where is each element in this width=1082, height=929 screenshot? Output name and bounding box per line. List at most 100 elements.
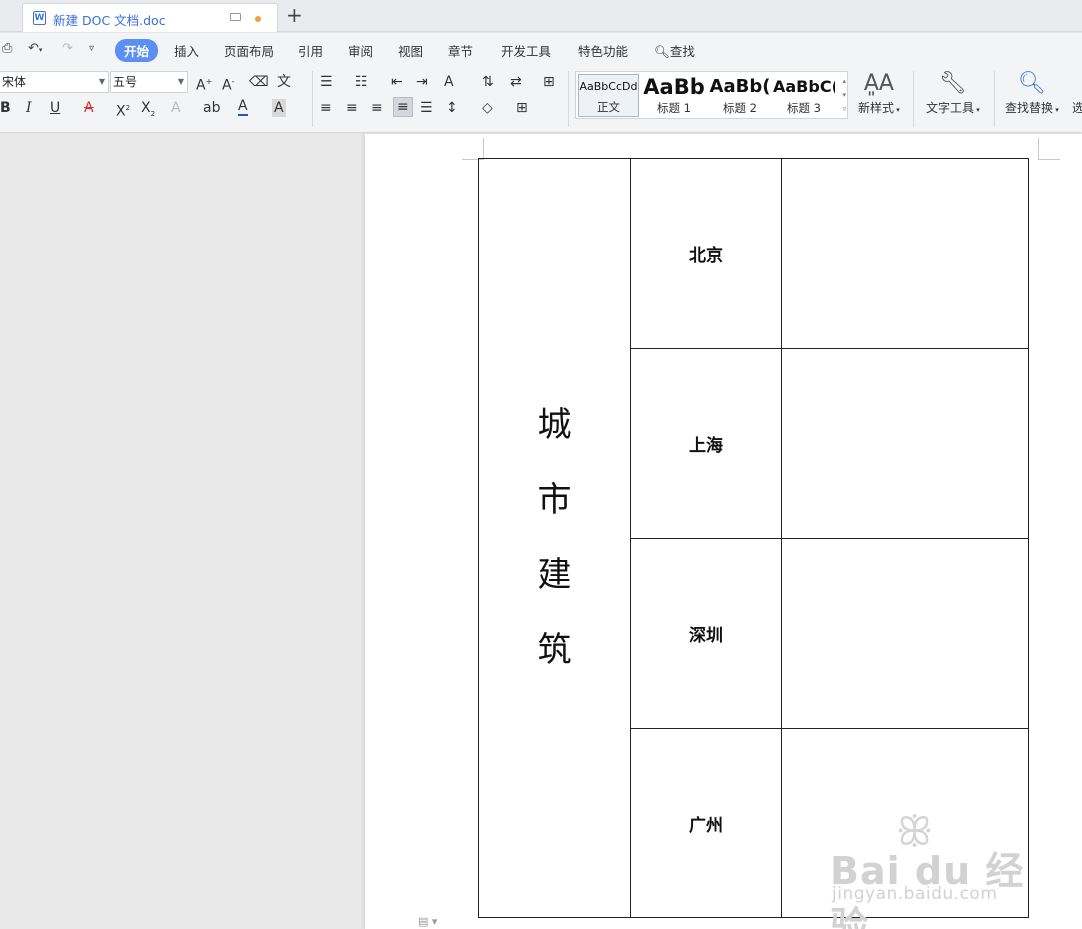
print-preview-icon[interactable]: ⎙ — [2, 41, 12, 56]
style-normal[interactable]: AaBbCcDd 正文 — [578, 74, 639, 117]
margin-corner-mark — [1038, 138, 1060, 160]
distribute-icon[interactable]: ☰ — [420, 99, 433, 117]
city-name: 上海 — [689, 436, 723, 456]
style-heading-1[interactable]: AaBb 标题 1 — [642, 74, 706, 117]
city-name: 北京 — [689, 246, 723, 266]
numbered-list-icon[interactable]: ☷ — [355, 73, 368, 91]
tab-bar: W 新建 DOC 文档.doc + — [0, 0, 1082, 32]
undo-icon[interactable]: ↶▾ — [28, 41, 42, 56]
find-replace-label: 查找替换 — [1005, 101, 1054, 115]
text-direction-icon[interactable]: A — [444, 73, 454, 91]
show-hide-marks-icon[interactable]: ⇄ — [510, 73, 522, 91]
magnifier-icon: 🔍︎ — [1017, 71, 1046, 96]
bold-icon[interactable]: B — [0, 99, 11, 117]
city-cell[interactable]: 广州 — [630, 728, 782, 918]
document-tab[interactable]: W 新建 DOC 文档.doc — [22, 3, 278, 32]
highlight-icon[interactable]: ab — [203, 99, 220, 117]
style-preview: AaBbC( — [773, 77, 835, 96]
grow-font-icon[interactable]: A+ — [196, 73, 212, 95]
page-options-icon[interactable]: ▤ ▾ — [418, 915, 437, 928]
content-cell[interactable] — [781, 158, 1029, 349]
subscript-icon[interactable]: X2 — [141, 99, 155, 123]
align-right-icon[interactable]: ≡ — [371, 99, 383, 117]
style-scroll-icon[interactable]: ▴ ▾ ▿ — [842, 74, 846, 116]
margin-corner-mark — [462, 138, 484, 160]
menu-review[interactable]: 审阅 — [348, 41, 373, 60]
italic-icon[interactable]: I — [26, 99, 32, 117]
strikethrough-icon[interactable]: A — [84, 99, 94, 117]
menu-section[interactable]: 章节 — [448, 41, 473, 60]
char-shading-icon[interactable]: A — [272, 99, 286, 117]
menu-row: ⎙ ↶▾ ↷ ▿ 开始 插入 页面布局 引用 审阅 视图 章节 开发工具 特色功… — [0, 33, 1082, 65]
wrench-icon: 🔧︎ — [938, 71, 967, 96]
chevron-down-icon: ▼ — [98, 77, 105, 86]
align-center-icon[interactable]: ≡ — [346, 99, 358, 117]
menu-view[interactable]: 视图 — [398, 41, 423, 60]
select-icon — [1072, 69, 1082, 99]
new-tab-button[interactable]: + — [286, 4, 303, 26]
city-cell[interactable]: 北京 — [630, 158, 782, 349]
vertical-title-char: 市 — [537, 480, 572, 520]
style-heading-2[interactable]: AaBb( 标题 2 — [708, 74, 772, 117]
increase-indent-icon[interactable]: ⇥ — [416, 73, 428, 91]
unsaved-dot-icon — [255, 16, 261, 22]
font-size-select[interactable]: 五号 ▼ — [110, 71, 188, 93]
sort-icon[interactable]: ⇅ — [482, 73, 494, 91]
menu-search[interactable]: 🔍︎查找 — [654, 41, 695, 60]
style-label: 标题 3 — [787, 101, 821, 115]
content-cell[interactable] — [781, 538, 1029, 729]
select-label: 选 — [1072, 101, 1082, 115]
align-left-icon[interactable]: ≡ — [320, 99, 332, 117]
font-color-icon[interactable]: A — [238, 99, 248, 116]
borders-icon[interactable]: ⊞ — [516, 99, 528, 117]
content-cell[interactable] — [781, 348, 1029, 539]
text-effect-icon[interactable]: A — [171, 99, 181, 117]
style-heading-3[interactable]: AaBbC( 标题 3 — [773, 74, 835, 117]
select-button[interactable]: 选 — [1072, 69, 1082, 116]
decrease-indent-icon[interactable]: ⇤ — [391, 73, 403, 91]
phonetic-guide-icon[interactable]: 文 — [277, 73, 291, 91]
style-preview: AaBb( — [709, 76, 771, 97]
underline-icon[interactable]: U — [50, 99, 60, 117]
style-gallery: AaBbCcDd 正文 AaBb 标题 1 AaBb( 标题 2 AaBbC( … — [575, 71, 848, 119]
style-label: 标题 1 — [657, 101, 691, 115]
menu-special-features[interactable]: 特色功能 — [578, 41, 628, 60]
watermark-site: jingyan.baidu.com — [832, 884, 998, 904]
menu-search-label: 查找 — [669, 44, 695, 59]
menu-home[interactable]: 开始 — [115, 39, 159, 62]
redo-icon[interactable]: ↷ — [62, 41, 73, 56]
ribbon-separator — [994, 71, 995, 127]
font-size-value: 五号 — [113, 75, 138, 89]
line-spacing-icon[interactable]: ↕ — [446, 99, 458, 117]
city-name: 深圳 — [689, 626, 723, 646]
shrink-font-icon[interactable]: A- — [222, 73, 234, 95]
city-cell[interactable]: 上海 — [630, 348, 782, 539]
text-tools-button[interactable]: 🔧︎ 文字工具 ▾ — [926, 69, 980, 116]
vertical-title-char: 建 — [537, 555, 572, 595]
justify-icon[interactable]: ≡ — [393, 97, 413, 117]
font-name-select[interactable]: 宋体 ▼ — [0, 71, 109, 93]
city-cell[interactable]: 深圳 — [630, 538, 782, 729]
menu-developer[interactable]: 开发工具 — [501, 41, 551, 60]
menu-references[interactable]: 引用 — [298, 41, 323, 60]
shading-icon[interactable]: ◇ — [482, 99, 493, 117]
superscript-icon[interactable]: X2 — [116, 99, 130, 121]
document-table[interactable]: 城 市 建 筑 北京 上海 深圳 广州 — [478, 158, 1029, 918]
style-preview: AaBbCcDd — [579, 80, 638, 93]
table-grid-icon[interactable]: ⊞ — [543, 73, 555, 91]
customize-quick-access-icon[interactable]: ▿ — [89, 43, 94, 54]
menu-insert[interactable]: 插入 — [174, 41, 199, 60]
new-style-button[interactable]: A͈A 新样式 ▾ — [858, 69, 900, 116]
vertical-title-cell[interactable]: 城 市 建 筑 — [478, 158, 631, 918]
find-replace-button[interactable]: 🔍︎ 查找替换 ▾ — [1005, 69, 1059, 116]
city-name: 广州 — [689, 815, 723, 836]
text-tools-label: 文字工具 — [926, 101, 975, 115]
clear-format-icon[interactable]: ⌫ — [249, 73, 269, 91]
monitor-icon[interactable] — [230, 13, 241, 21]
menu-page-layout[interactable]: 页面布局 — [224, 41, 274, 60]
bullet-list-icon[interactable]: ☰ — [320, 73, 333, 91]
vertical-title-char: 城 — [537, 405, 572, 445]
ribbon-separator — [312, 71, 313, 127]
document-tab-title: 新建 DOC 文档.doc — [53, 13, 166, 28]
ribbon: 宋体 ▼ 五号 ▼ A+ A- ⌫ 文 B I U A X2 X2 A ab A A… — [0, 65, 1082, 133]
